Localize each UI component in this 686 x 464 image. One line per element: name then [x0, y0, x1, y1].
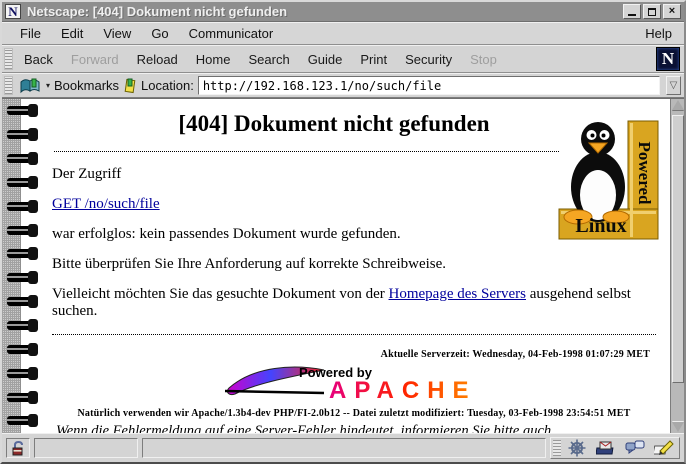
spiral-ring: [7, 273, 36, 282]
forward-button[interactable]: Forward: [62, 48, 128, 71]
divider-top: [54, 151, 559, 152]
spiral-ring: [7, 416, 36, 425]
navigator-icon[interactable]: [564, 439, 590, 457]
spiral-ring: [7, 369, 36, 378]
menu-file[interactable]: File: [10, 24, 51, 43]
powered-by-apache-image: Powered by APACHE: [199, 362, 509, 402]
bookmarks-icon: [19, 78, 41, 94]
locationbar-grip-handle[interactable]: [4, 76, 13, 95]
spiral-ring: [7, 345, 36, 354]
menu-go[interactable]: Go: [141, 24, 178, 43]
minimize-icon: [628, 13, 636, 16]
maximize-icon: [648, 8, 656, 16]
location-bar: ▾ Bookmarks Location: ▽: [2, 73, 684, 98]
homepage-link[interactable]: Homepage des Servers: [389, 286, 526, 302]
reload-button[interactable]: Reload: [128, 48, 187, 71]
title-bar[interactable]: N Netscape: [404] Dokument nicht gefunde…: [2, 2, 684, 22]
close-button[interactable]: ×: [663, 4, 681, 19]
modified-line: Natürlich verwenden wir Apache/1.3b4-dev…: [52, 408, 656, 419]
location-dropdown-button[interactable]: ▽: [666, 76, 681, 95]
spiral-ring: [7, 154, 36, 163]
location-page-icon[interactable]: [123, 78, 137, 94]
menu-view[interactable]: View: [93, 24, 141, 43]
composer-icon[interactable]: [651, 439, 677, 457]
maximize-button[interactable]: [643, 4, 661, 19]
search-button[interactable]: Search: [239, 48, 298, 71]
netscape-window-icon: N: [5, 4, 21, 19]
vertical-scrollbar[interactable]: [670, 99, 684, 433]
spiral-ring: [7, 106, 36, 115]
spiral-rings: [2, 99, 40, 433]
browser-viewport: [404] Dokument nicht gefunden Der Zugrif…: [2, 98, 684, 433]
security-indicator[interactable]: [6, 438, 30, 458]
status-bar: [2, 433, 684, 462]
footer-note: Wenn die Fehlermeldung auf eine Server-F…: [56, 423, 656, 433]
navigation-toolbar: Back Forward Reload Home Search Guide Pr…: [2, 45, 684, 73]
security-button[interactable]: Security: [396, 48, 461, 71]
spiral-ring: [7, 226, 36, 235]
stop-button[interactable]: Stop: [461, 48, 506, 71]
linux-label: Linux: [575, 215, 626, 237]
component-bar: [550, 437, 680, 459]
menu-communicator[interactable]: Communicator: [179, 24, 284, 43]
request-link[interactable]: GET /no/such/file: [52, 196, 160, 212]
error-page: [404] Dokument nicht gefunden Der Zugrif…: [40, 99, 670, 433]
discussions-icon[interactable]: [622, 439, 648, 457]
paragraph-pruefen: Bitte überprüfen Sie Ihre Anforderung au…: [52, 256, 656, 273]
spiral-ring: [7, 130, 36, 139]
toolbar-grip-handle[interactable]: [4, 48, 13, 70]
footer-prefix: Wenn die Fehlermeldung auf eine Server-F…: [56, 423, 551, 433]
status-progress-panel: [34, 438, 138, 458]
spiral-ring: [7, 249, 36, 258]
netscape-logo[interactable]: N: [656, 47, 680, 71]
guide-button[interactable]: Guide: [299, 48, 352, 71]
bookmarks-button[interactable]: Bookmarks: [54, 78, 119, 93]
spiral-ring: [7, 393, 36, 402]
scrollbar-thumb[interactable]: [672, 115, 684, 383]
apache-logo: Powered by APACHE: [52, 362, 656, 407]
open-padlock-icon: [11, 441, 25, 456]
divider-bottom: [52, 334, 656, 335]
scroll-down-arrow[interactable]: [672, 422, 684, 432]
spiral-ring: [7, 178, 36, 187]
close-icon: ×: [669, 6, 675, 17]
status-message-panel: [142, 438, 546, 458]
location-input[interactable]: [198, 76, 660, 95]
apache-wordmark: APACHE: [329, 377, 477, 402]
spiral-binding: [2, 99, 40, 433]
menu-help[interactable]: Help: [641, 24, 676, 43]
menu-bar: File Edit View Go Communicator Help: [2, 22, 684, 45]
component-bar-grip[interactable]: [553, 440, 561, 456]
linux-powered-image: Linux Powered: [558, 113, 660, 241]
powered-label: Powered: [635, 142, 654, 205]
netscape-window: N Netscape: [404] Dokument nicht gefunde…: [0, 0, 686, 464]
print-button[interactable]: Print: [351, 48, 396, 71]
minimize-button[interactable]: [623, 4, 641, 19]
bookmarks-dropdown-icon: ▾: [46, 81, 50, 90]
paragraph-vielleicht: Vielleicht möchten Sie das gesuchte Doku…: [52, 286, 656, 320]
back-button[interactable]: Back: [15, 48, 62, 71]
page-title: [404] Dokument nicht gefunden: [52, 111, 616, 137]
location-label: Location:: [141, 78, 194, 93]
home-button[interactable]: Home: [187, 48, 240, 71]
window-title: Netscape: [404] Dokument nicht gefunden: [27, 4, 623, 19]
spiral-ring: [7, 297, 36, 306]
spiral-ring: [7, 321, 36, 330]
menu-edit[interactable]: Edit: [51, 24, 93, 43]
mailbox-icon[interactable]: [593, 439, 619, 457]
server-time: Aktuelle Serverzeit: Wednesday, 04-Feb-1…: [52, 349, 650, 360]
vielleicht-prefix: Vielleicht möchten Sie das gesuchte Doku…: [52, 286, 389, 302]
spiral-ring: [7, 202, 36, 211]
scroll-up-arrow[interactable]: [672, 100, 684, 110]
